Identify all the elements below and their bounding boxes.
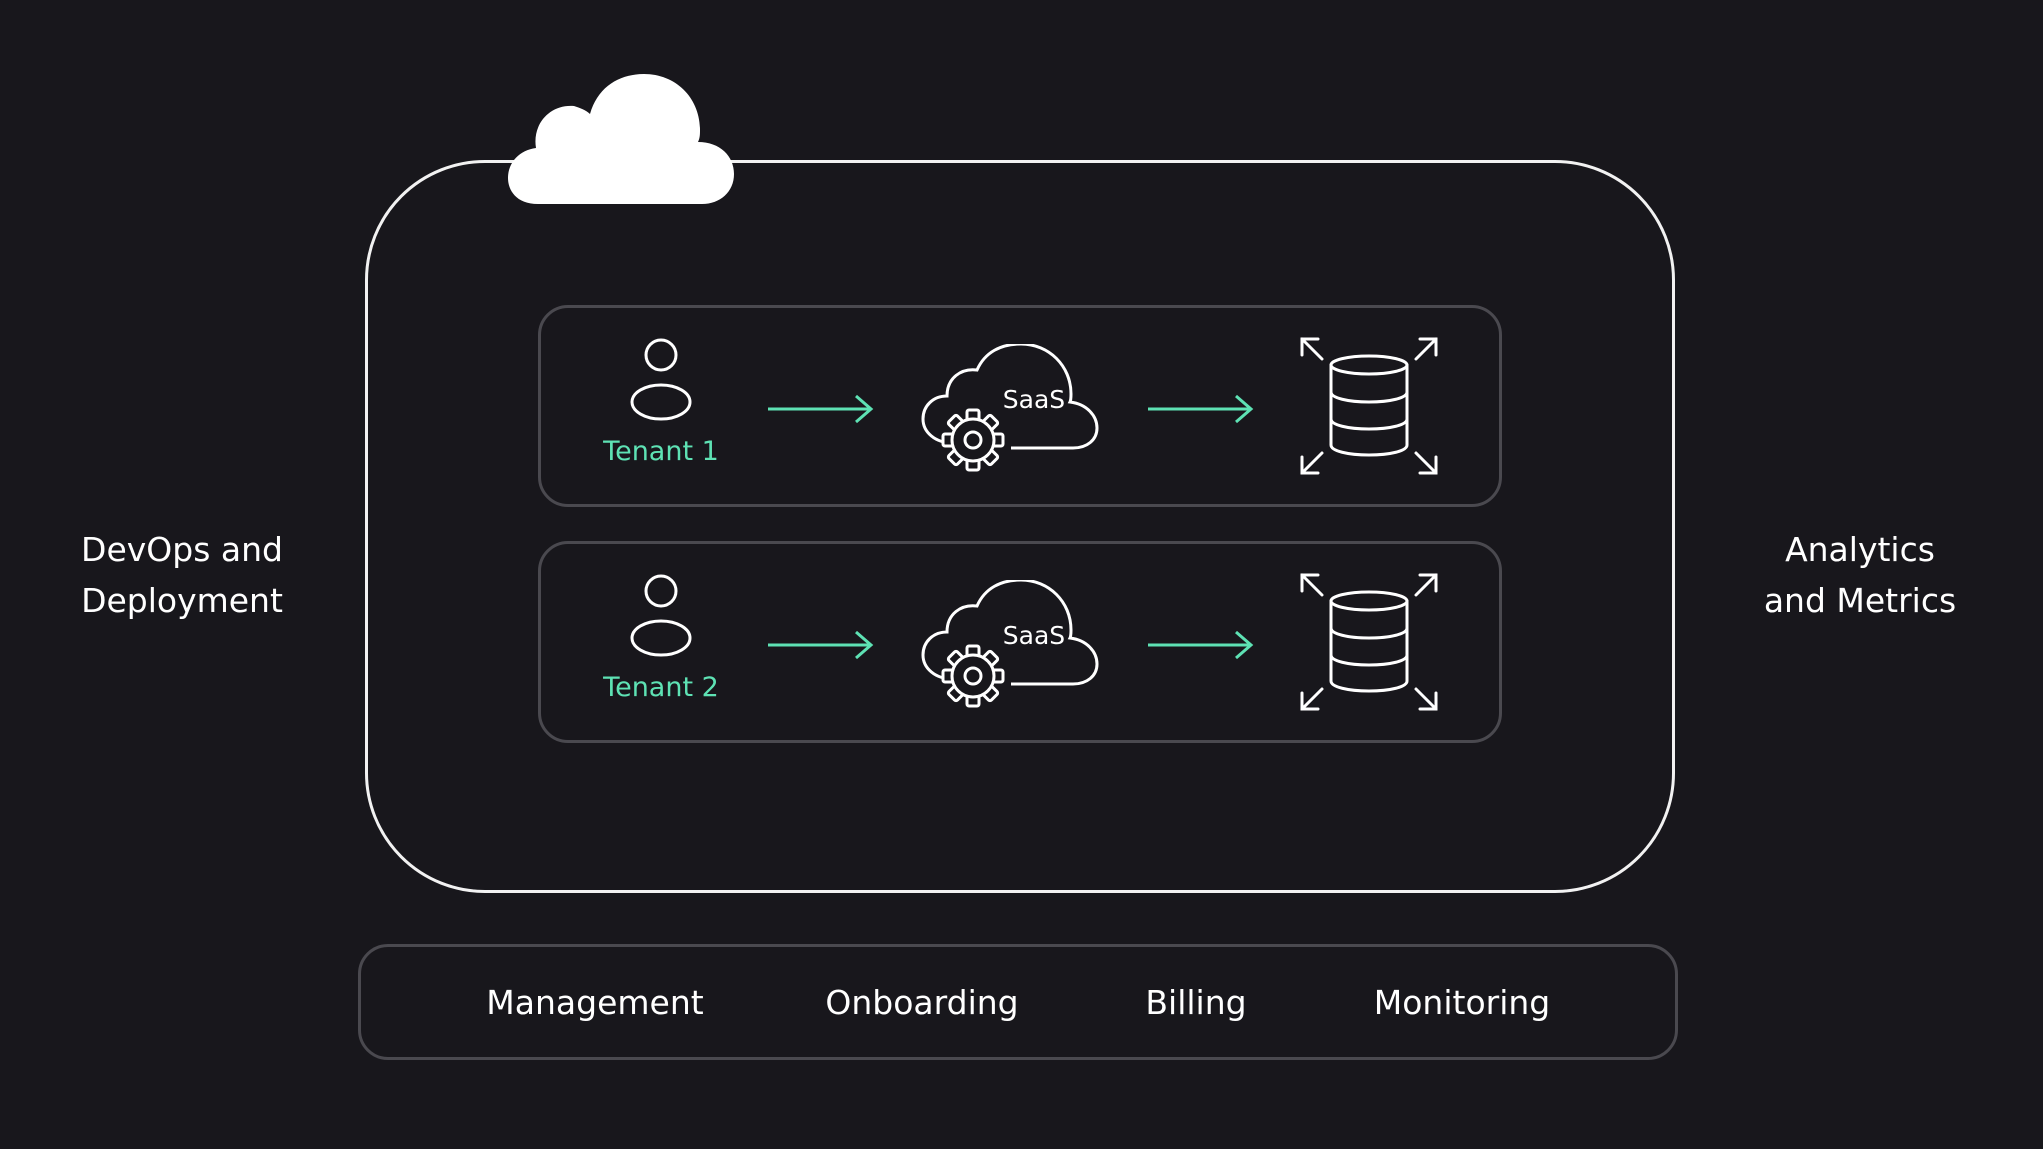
scalable-database-icon (1300, 573, 1438, 711)
arrow-right-icon (1148, 394, 1254, 424)
saas-label: SaaS (1002, 621, 1066, 650)
tenant-row-1: Tenant 1 SaaS (538, 305, 1502, 507)
arrow-right-icon (1148, 630, 1254, 660)
tenant-label: Tenant 1 (603, 436, 719, 467)
analytics-metrics-label: Analytics and Metrics (1763, 530, 1957, 620)
scalable-database-icon (1300, 337, 1438, 475)
tenant-row-2: Tenant 2 SaaS (538, 541, 1502, 743)
cloud-platform-frame (365, 160, 1675, 893)
service-management: Management (486, 983, 704, 1022)
user-icon (630, 574, 692, 657)
services-bar: Management Onboarding Billing Monitoring (358, 944, 1678, 1060)
saas-label: SaaS (1002, 385, 1066, 414)
arrow-right-icon (768, 630, 874, 660)
devops-deployment-label: DevOps and Deployment (81, 530, 283, 620)
service-billing: Billing (1145, 983, 1247, 1022)
cloud-icon (508, 74, 734, 204)
tenant-label: Tenant 2 (603, 672, 719, 703)
service-monitoring: Monitoring (1373, 983, 1551, 1022)
user-icon (630, 338, 692, 421)
arrow-right-icon (768, 394, 874, 424)
service-onboarding: Onboarding (825, 983, 1019, 1022)
